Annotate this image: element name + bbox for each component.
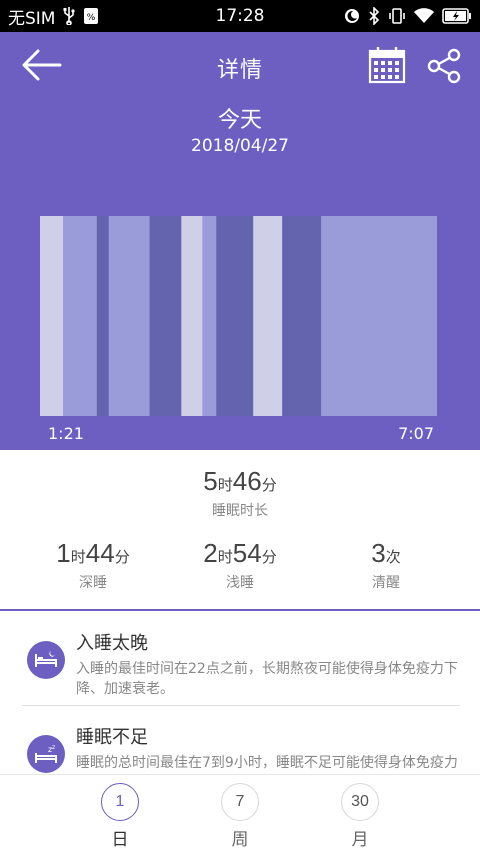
tab-week-label: 周 bbox=[231, 830, 249, 850]
awake-count-unit: 次 bbox=[385, 548, 401, 566]
total-minute-unit: 分 bbox=[261, 476, 277, 494]
awake-count: 3次 bbox=[306, 538, 466, 569]
sleep-segment-deep bbox=[216, 216, 254, 416]
light-sleep-duration: 2时54分 bbox=[160, 538, 320, 569]
tab-month[interactable]: 30 月 bbox=[310, 775, 410, 854]
sleep-segment-deep bbox=[96, 216, 110, 416]
deep-hour-unit: 时 bbox=[70, 548, 86, 566]
total-sleep-duration: 5时46分 bbox=[0, 466, 480, 497]
sleep-tips-list[interactable]: 入睡太晚 入睡的最佳时间在22点之前，长期熬夜可能使得身体免疫力下降、加速衰老。… bbox=[0, 611, 480, 774]
tab-week[interactable]: 7 周 bbox=[190, 775, 290, 854]
sleep-summary: 5时46分 睡眠时长 1时44分 深睡 2时54分 浅睡 3次 清醒 bbox=[0, 450, 480, 610]
total-hours: 5 bbox=[203, 466, 218, 496]
awake-count-value: 3 bbox=[371, 538, 386, 568]
deep-minutes: 44 bbox=[85, 538, 115, 568]
deep-hours: 1 bbox=[56, 538, 71, 568]
sleep-segment-light bbox=[63, 216, 98, 416]
deep-sleep-duration: 1时44分 bbox=[13, 538, 173, 569]
tip-item: 入睡太晚 入睡的最佳时间在22点之前，长期熬夜可能使得身体免疫力下降、加速衰老。 bbox=[22, 629, 460, 705]
chart-start-time: 1:21 bbox=[48, 424, 84, 443]
sleep-segment-deep bbox=[149, 216, 182, 416]
sleep-stage-chart bbox=[40, 216, 437, 416]
light-hours: 2 bbox=[203, 538, 218, 568]
tab-month-label: 月 bbox=[351, 830, 369, 850]
awake-label: 清醒 bbox=[372, 575, 400, 591]
calendar-icon bbox=[368, 47, 406, 84]
total-hour-unit: 时 bbox=[217, 476, 233, 494]
sleep-zz-icon: zz bbox=[27, 735, 65, 773]
sleep-segment-deep bbox=[282, 216, 322, 416]
chart-end-time: 7:07 bbox=[398, 424, 434, 443]
share-icon bbox=[427, 48, 461, 84]
tip-text: 入睡的最佳时间在22点之前，长期熬夜可能使得身体免疫力下降、加速衰老。 bbox=[76, 661, 458, 697]
tip-title: 睡眠不足 bbox=[76, 727, 148, 748]
tip-title: 入睡太晚 bbox=[76, 633, 148, 654]
tab-week-number: 7 bbox=[221, 783, 259, 821]
sleep-segment-light bbox=[108, 216, 151, 416]
light-minute-unit: 分 bbox=[261, 548, 277, 566]
tab-day[interactable]: 1 日 bbox=[70, 775, 170, 854]
sleep-segment-light bbox=[321, 216, 437, 416]
period-tab-bar: 1 日 7 周 30 月 bbox=[0, 774, 480, 854]
do-not-disturb-icon bbox=[344, 8, 360, 24]
sleep-header: 详情 今天 2018/04/27 1:21 7:07 bbox=[0, 32, 480, 450]
svg-text:z: z bbox=[52, 744, 55, 751]
deep-minute-unit: 分 bbox=[114, 548, 130, 566]
tip-divider bbox=[22, 705, 460, 706]
light-hour-unit: 时 bbox=[217, 548, 233, 566]
bluetooth-icon bbox=[368, 7, 380, 25]
status-bar: 无SIM % 17:28 bbox=[0, 0, 480, 32]
calendar-button[interactable] bbox=[368, 46, 406, 84]
day-label: 今天 bbox=[217, 108, 262, 133]
sleep-segment-awake bbox=[40, 216, 64, 416]
tip-item: zz 睡眠不足 睡眠的总时间最佳在7到9小时，睡眠不足可能使得身体免疫力下降、反… bbox=[22, 723, 460, 774]
tab-month-number: 30 bbox=[341, 783, 379, 821]
vibrate-icon bbox=[388, 7, 406, 25]
battery-icon bbox=[442, 8, 472, 24]
tab-day-number: 1 bbox=[101, 783, 139, 821]
deep-sleep-label: 深睡 bbox=[79, 575, 107, 591]
total-sleep-label: 睡眠时长 bbox=[212, 503, 268, 519]
tip-text: 睡眠的总时间最佳在7到9小时，睡眠不足可能使得身体免疫力下降、反应迟钝。 bbox=[76, 755, 458, 771]
total-minutes: 46 bbox=[232, 466, 262, 496]
sleep-segment-awake bbox=[181, 216, 203, 416]
share-button[interactable] bbox=[426, 48, 462, 84]
sleep-segment-light bbox=[202, 216, 217, 416]
date-label: 2018/04/27 bbox=[191, 136, 289, 156]
light-sleep-label: 浅睡 bbox=[226, 575, 254, 591]
light-minutes: 54 bbox=[232, 538, 262, 568]
sleep-segment-awake bbox=[253, 216, 283, 416]
page-title: 详情 bbox=[216, 58, 263, 83]
wifi-icon bbox=[414, 8, 434, 24]
tab-day-label: 日 bbox=[111, 830, 129, 850]
bed-moon-icon bbox=[27, 641, 65, 679]
